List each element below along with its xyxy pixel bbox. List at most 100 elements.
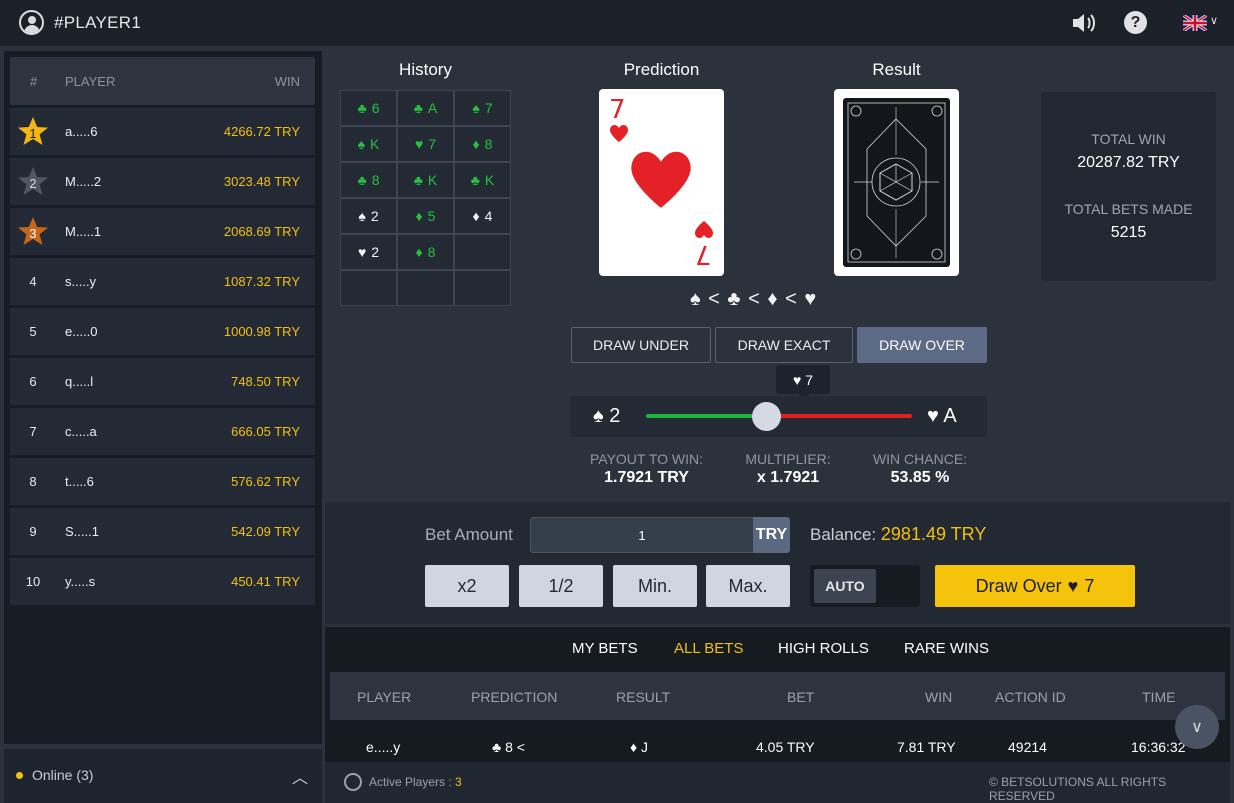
language-chevron-icon[interactable]: ∨ (1210, 14, 1218, 27)
total-win-value: 20287.82 TRY (1077, 154, 1180, 171)
leaderboard-player: e.....0 (65, 324, 98, 339)
card-slider[interactable]: ♠ 2 ♥ A (570, 396, 987, 437)
balance: Balance: 2981.49 TRY (810, 524, 987, 544)
th-prediction: PREDICTION (471, 689, 558, 705)
leaderboard-row: 6 q.....l 748.50 TRY (10, 358, 315, 405)
leaderboard-player: q.....l (65, 374, 94, 389)
leaderboard-win: 2068.69 TRY (223, 224, 300, 239)
prediction-card: 7 7 (599, 89, 724, 276)
multiplier-value: x 1.7921 (756, 469, 820, 486)
history-rank: 8 (484, 136, 493, 152)
leaderboard-player: y.....s (65, 574, 96, 589)
slider-track-under[interactable] (646, 414, 766, 418)
history-title: History (399, 60, 452, 79)
history-rank: 5 (427, 208, 436, 224)
leaderboard-rank: 3 (10, 208, 56, 255)
active-players-count: 3 (455, 775, 462, 789)
history-grid: ♣ 6 ♣ A ♠ 7 ♠ K ♥ 7 ♦ 8 ♣ 8 ♣ K ♣ K ♠ 2 ♦ 5 ♦ 4 ♥ 2 ♦ 8 (340, 90, 511, 306)
user-avatar-icon[interactable] (19, 10, 44, 35)
history-suit-icon: ♠ (472, 100, 480, 116)
history-cell: ♥ 2 (340, 234, 397, 270)
uk-flag-icon[interactable] (1182, 13, 1208, 33)
history-suit-icon: ♦ (415, 244, 423, 260)
active-players: Active Players : 3 (369, 775, 462, 789)
half-bet-button[interactable]: 1/2 (519, 565, 603, 607)
history-suit-icon: ♣ (470, 172, 480, 188)
history-rank: 7 (484, 100, 493, 116)
th-win: WIN (925, 689, 953, 705)
history-rank: 6 (371, 100, 380, 116)
bets-table-header (330, 672, 1225, 720)
leaderboard-row: 5 e.....0 1000.98 TRY (10, 308, 315, 355)
leaderboard-row: 8 t.....6 576.62 TRY (10, 458, 315, 505)
leaderboard-row: 3 M.....1 2068.69 TRY (10, 208, 315, 255)
online-count: Online (3) (32, 767, 94, 783)
leaderboard-rank: 6 (29, 374, 37, 389)
leaderboard-rank: 2 (10, 158, 56, 205)
help-icon[interactable]: ? (1124, 11, 1147, 34)
slider-thumb[interactable] (751, 402, 781, 431)
tab-high-rolls[interactable]: HIGH ROLLS (778, 640, 869, 657)
leaderboard-rank: 4 (29, 274, 37, 289)
history-rank: 8 (427, 244, 436, 260)
online-bar[interactable]: Online (3) ︿ (4, 749, 322, 803)
slider-max: ♥ A (927, 405, 957, 427)
slider-track-over[interactable] (765, 414, 912, 418)
win-chance-label: WIN CHANCE: (872, 451, 968, 467)
silver-star-icon: 2 (16, 165, 50, 199)
draw-over-main-button[interactable]: Draw Over ♥ 7 (935, 565, 1135, 607)
bet-currency: TRY (753, 517, 790, 553)
leaderboard-player: M.....1 (65, 224, 102, 239)
draw-exact-button[interactable]: DRAW EXACT (715, 327, 853, 363)
th-result: RESULT (616, 689, 671, 705)
auto-toggle-label: AUTO (814, 569, 876, 603)
tab-all-bets[interactable]: ALL BETS (674, 640, 743, 657)
max-bet-button[interactable]: Max. (706, 565, 790, 607)
player-column-header: PLAYER (65, 74, 116, 89)
tab-my-bets[interactable]: MY BETS (572, 640, 638, 657)
bet-amount-label: Bet Amount (425, 525, 513, 544)
payout-label: PAYOUT TO WIN: (589, 451, 704, 467)
card-rank-bottom: 7 (695, 239, 712, 269)
bronze-star-icon: 3 (16, 215, 50, 249)
row-win: 7.81 TRY (897, 739, 956, 755)
leaderboard-win: 1087.32 TRY (223, 274, 300, 289)
scroll-down-button[interactable]: ∨ (1175, 705, 1219, 749)
th-time: TIME (1142, 689, 1176, 705)
leaderboard-header: # PLAYER WIN (10, 57, 315, 105)
slider-min: ♠ 2 (593, 405, 621, 427)
row-prediction: ♣ 8 < (492, 739, 525, 755)
th-action-id: ACTION ID (995, 689, 1066, 705)
history-suit-icon: ♦ (472, 136, 480, 152)
leaderboard-player: c.....a (65, 424, 97, 439)
draw-suit-icon: ♥ (1067, 575, 1079, 596)
row-bet: 4.05 TRY (756, 739, 815, 755)
draw-under-button[interactable]: DRAW UNDER (571, 327, 711, 363)
leaderboard-win: 450.41 TRY (231, 574, 300, 589)
auto-toggle[interactable]: AUTO (810, 565, 920, 607)
leaderboard-win: 576.62 TRY (231, 474, 300, 489)
sound-icon[interactable] (1070, 10, 1098, 36)
history-rank: A (427, 100, 438, 116)
leaderboard-rank: 9 (29, 524, 37, 539)
draw-over-button[interactable]: DRAW OVER (857, 327, 987, 363)
card-suit-small-icon (610, 125, 628, 142)
player-name: #PLAYER1 (54, 13, 142, 32)
leaderboard-row: 1 a.....6 4266.72 TRY (10, 108, 315, 155)
history-cell: ♦ 5 (397, 198, 454, 234)
min-bet-button[interactable]: Min. (613, 565, 697, 607)
bet-amount-input[interactable] (530, 517, 754, 553)
leaderboard-rank: 1 (10, 108, 56, 155)
card-rank-top: 7 (609, 95, 626, 125)
leaderboard-player: M.....2 (65, 174, 102, 189)
tab-rare-wins[interactable]: RARE WINS (904, 640, 989, 657)
double-bet-button[interactable]: x2 (425, 565, 509, 607)
expand-chevron-icon[interactable]: ︿ (292, 764, 308, 788)
top-bar (0, 0, 1234, 46)
card-center-heart-icon (631, 151, 691, 208)
leaderboard-win: 748.50 TRY (231, 374, 300, 389)
history-cell: ♣ 6 (340, 90, 397, 126)
history-suit-icon: ♠ (357, 136, 366, 152)
history-cell: ♣ 8 (340, 162, 397, 198)
history-suit-icon: ♥ (414, 136, 424, 152)
